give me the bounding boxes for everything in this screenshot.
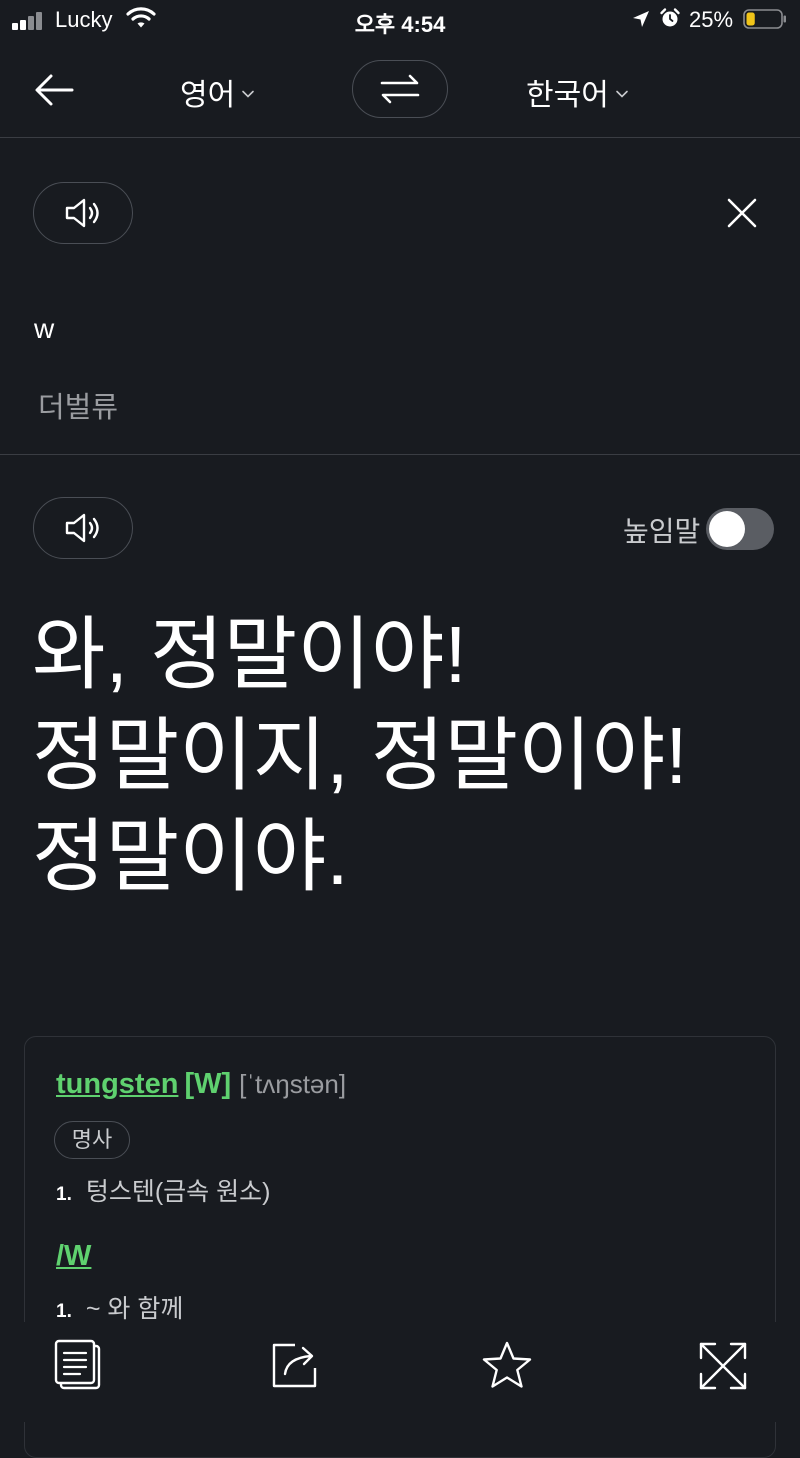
favorite-button[interactable] — [479, 1338, 535, 1394]
clear-input-button[interactable] — [722, 193, 762, 233]
dictionary-definition: 1. 텅스텐(금속 원소) — [56, 1172, 270, 1208]
translation-line: 정말이지, 정말이야! — [32, 711, 688, 800]
back-arrow-icon — [35, 74, 74, 106]
chevron-down-icon — [616, 90, 628, 98]
source-language-label: 영어 — [180, 79, 236, 112]
status-bar: Lucky 오후 4:54 25% — [0, 0, 800, 40]
battery-icon — [743, 9, 786, 29]
part-of-speech-badge: 명사 — [54, 1121, 130, 1159]
dictionary-entry-header: tungsten [W] [ˈtʌŋstən] — [56, 1068, 346, 1101]
definition-text: 텅스텐(금속 원소) — [85, 1178, 271, 1206]
close-icon — [727, 198, 757, 228]
source-text[interactable]: w — [34, 313, 54, 345]
copy-button[interactable] — [51, 1338, 107, 1394]
definition-number: 1. — [56, 1184, 72, 1205]
source-pronunciation: 더벌류 — [38, 392, 119, 424]
speaker-icon — [65, 198, 99, 228]
bottom-toolbar — [0, 1322, 800, 1422]
section-divider — [0, 454, 800, 455]
translation-text: 와, 정말이야! 정말이지, 정말이야! 정말이야. — [32, 604, 782, 907]
star-icon — [482, 1341, 532, 1388]
back-button[interactable] — [30, 68, 78, 112]
honorific-toggle[interactable] — [706, 508, 774, 550]
source-language-selector[interactable]: 영어 — [180, 70, 255, 114]
definition-number: 1. — [56, 1301, 72, 1322]
location-icon — [633, 11, 649, 27]
toggle-knob — [709, 511, 745, 547]
chevron-down-icon — [242, 90, 255, 98]
swap-languages-button[interactable] — [352, 60, 448, 118]
definition-text: ~ 와 함께 — [85, 1295, 184, 1323]
fullscreen-icon — [699, 1342, 747, 1390]
header-divider — [0, 137, 800, 138]
swap-icon — [380, 74, 420, 104]
alarm-icon — [660, 8, 680, 27]
document-icon — [54, 1339, 101, 1390]
translation-line: 정말이야. — [32, 812, 349, 901]
source-speak-button[interactable] — [33, 182, 133, 244]
dictionary-entry-word[interactable]: tungsten — [56, 1068, 178, 1100]
target-language-selector[interactable]: 한국어 — [526, 70, 629, 114]
dictionary-entry-pronunciation: [ˈtʌŋstən] — [239, 1069, 347, 1099]
battery-percent: 25% — [689, 7, 734, 32]
dictionary-definition: 1. ~ 와 함께 — [56, 1289, 183, 1325]
dictionary-entry-tag: [W] — [184, 1068, 232, 1100]
translation-line: 와, 정말이야! — [32, 610, 467, 699]
target-language-label: 한국어 — [526, 79, 609, 112]
share-icon — [272, 1343, 317, 1388]
dictionary-entry-word[interactable]: /W — [56, 1240, 91, 1273]
speaker-icon — [65, 513, 99, 543]
fullscreen-button[interactable] — [695, 1338, 751, 1394]
translation-speak-button[interactable] — [33, 497, 133, 559]
share-button[interactable] — [267, 1338, 323, 1394]
honorific-label: 높임말 — [623, 516, 701, 547]
